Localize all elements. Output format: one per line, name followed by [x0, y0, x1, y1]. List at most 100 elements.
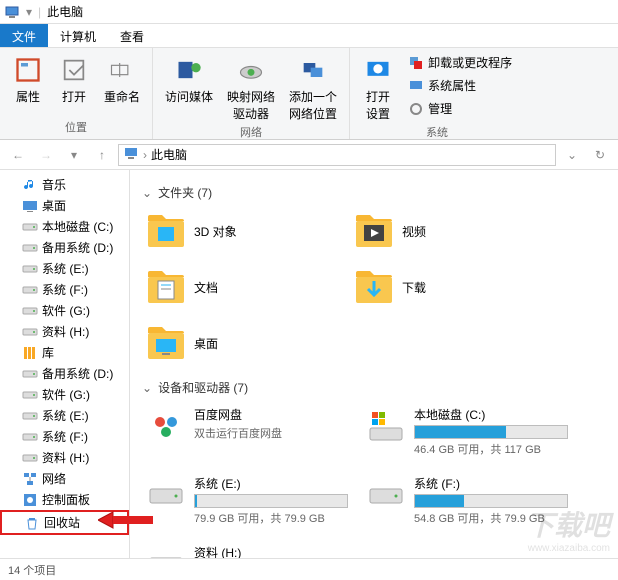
drive-icon	[146, 544, 186, 558]
rename-icon	[106, 54, 138, 86]
refresh-button[interactable]: ↻	[588, 143, 612, 167]
qat-down-icon[interactable]: ▾	[26, 5, 32, 19]
drive-icon	[22, 261, 38, 277]
nav-back-button[interactable]: ←	[6, 143, 30, 167]
system-properties-button[interactable]: 系统属性	[404, 75, 516, 96]
tree-item-2[interactable]: 本地磁盘 (C:)	[0, 216, 129, 237]
breadcrumb[interactable]: 此电脑	[151, 146, 187, 163]
drive-1[interactable]: 本地磁盘 (C:)46.4 GB 可用，共 117 GB	[362, 402, 572, 461]
tree-item-5[interactable]: 系统 (F:)	[0, 279, 129, 300]
chevron-down-icon: ⌄	[142, 381, 152, 395]
tab-file[interactable]: 文件	[0, 24, 48, 47]
breadcrumb-separator: ›	[143, 148, 147, 162]
nav-forward-button[interactable]: →	[34, 143, 58, 167]
manage-icon	[408, 101, 424, 117]
open-button[interactable]: 打开	[54, 52, 94, 107]
folders-section-header[interactable]: ⌄ 文件夹 (7)	[142, 184, 606, 201]
rename-button[interactable]: 重命名	[100, 52, 144, 107]
tree-item-3[interactable]: 备用系统 (D:)	[0, 237, 129, 258]
folder-icon	[146, 323, 186, 363]
network-icon	[22, 471, 38, 487]
drive-2[interactable]: 系统 (E:)79.9 GB 可用，共 79.9 GB	[142, 471, 352, 530]
computer-icon	[123, 145, 139, 164]
drive-icon	[22, 387, 38, 403]
address-field[interactable]: › 此电脑	[118, 144, 556, 166]
tree-item-1[interactable]: 桌面	[0, 195, 129, 216]
drives-section-header[interactable]: ⌄ 设备和驱动器 (7)	[142, 379, 606, 396]
usage-bar	[414, 425, 568, 439]
tree-item-10[interactable]: 软件 (G:)	[0, 384, 129, 405]
drive-4[interactable]: 资料 (H:)100 GB 可用，共 351 GB	[142, 540, 352, 558]
drive-icon	[22, 429, 38, 445]
drive-icon	[366, 406, 406, 446]
ribbon-group-network: 访问媒体 映射网络 驱动器 添加一个 网络位置 网络	[153, 48, 350, 139]
music-icon	[22, 177, 38, 193]
nav-up-button[interactable]: ↑	[90, 143, 114, 167]
drive-icon	[146, 475, 186, 515]
drive-icon	[22, 303, 38, 319]
drive-icon	[22, 282, 38, 298]
tab-view[interactable]: 查看	[108, 24, 156, 47]
map-drive-button[interactable]: 映射网络 驱动器	[223, 52, 279, 124]
drive-3[interactable]: 系统 (F:)54.8 GB 可用，共 79.9 GB	[362, 471, 572, 530]
ribbon-tabs: 文件 计算机 查看	[0, 24, 618, 48]
statusbar: 14 个项目	[0, 558, 618, 580]
nav-dropdown-button[interactable]: ⌄	[560, 143, 584, 167]
tree-item-15[interactable]: 控制面板	[0, 489, 129, 510]
control-icon	[22, 492, 38, 508]
tree-item-7[interactable]: 资料 (H:)	[0, 321, 129, 342]
nav-tree: 音乐桌面本地磁盘 (C:)备用系统 (D:)系统 (E:)系统 (F:)软件 (…	[0, 170, 130, 558]
sysprops-icon	[408, 78, 424, 94]
drive-icon	[22, 240, 38, 256]
drive-icon	[22, 219, 38, 235]
library-icon	[22, 345, 38, 361]
drive-icon	[366, 475, 406, 515]
media-icon	[173, 54, 205, 86]
folder-download[interactable]: 下载	[350, 263, 550, 311]
folder-doc[interactable]: 文档	[142, 263, 342, 311]
tree-item-13[interactable]: 资料 (H:)	[0, 447, 129, 468]
manage-button[interactable]: 管理	[404, 98, 516, 119]
drive-icon	[22, 408, 38, 424]
tree-item-12[interactable]: 系统 (F:)	[0, 426, 129, 447]
usage-bar	[414, 494, 568, 508]
drive-icon	[146, 406, 186, 446]
folder-video[interactable]: 视频	[350, 207, 550, 255]
ribbon-group-location: 属性 打开 重命名 位置	[0, 48, 153, 139]
uninstall-button[interactable]: 卸载或更改程序	[404, 52, 516, 73]
addressbar: ← → ▾ ↑ › 此电脑 ⌄ ↻	[0, 140, 618, 170]
open-settings-button[interactable]: 打开 设置	[358, 52, 398, 124]
folder-desktop[interactable]: 桌面	[142, 319, 342, 367]
chevron-down-icon: ⌄	[142, 186, 152, 200]
computer-icon	[4, 4, 20, 20]
tree-item-8[interactable]: 库	[0, 342, 129, 363]
tree-item-11[interactable]: 系统 (E:)	[0, 405, 129, 426]
settings-icon	[362, 54, 394, 86]
tree-item-9[interactable]: 备用系统 (D:)	[0, 363, 129, 384]
recycle-icon	[24, 515, 40, 531]
tree-item-14[interactable]: 网络	[0, 468, 129, 489]
desktop-icon	[22, 198, 38, 214]
tree-item-16[interactable]: 回收站	[0, 510, 129, 535]
tree-item-0[interactable]: 音乐	[0, 174, 129, 195]
map-drive-icon	[235, 54, 267, 86]
add-location-icon	[297, 54, 329, 86]
nav-history-button[interactable]: ▾	[62, 143, 86, 167]
access-media-button[interactable]: 访问媒体	[161, 52, 217, 124]
folder-3d[interactable]: 3D 对象	[142, 207, 342, 255]
usage-bar	[194, 494, 348, 508]
drive-icon	[22, 450, 38, 466]
tab-computer[interactable]: 计算机	[48, 24, 108, 47]
drive-icon	[22, 324, 38, 340]
ribbon-group-system: 打开 设置 卸载或更改程序 系统属性 管理 系统	[350, 48, 524, 139]
folder-icon	[354, 267, 394, 307]
properties-icon	[12, 54, 44, 86]
tree-item-6[interactable]: 软件 (G:)	[0, 300, 129, 321]
tree-item-4[interactable]: 系统 (E:)	[0, 258, 129, 279]
titlebar: ▾ | 此电脑	[0, 0, 618, 24]
folder-icon	[146, 211, 186, 251]
drive-0[interactable]: 百度网盘双击运行百度网盘	[142, 402, 352, 461]
ribbon: 属性 打开 重命名 位置 访问媒体 映射网络 驱动器	[0, 48, 618, 140]
properties-button[interactable]: 属性	[8, 52, 48, 107]
add-location-button[interactable]: 添加一个 网络位置	[285, 52, 341, 124]
